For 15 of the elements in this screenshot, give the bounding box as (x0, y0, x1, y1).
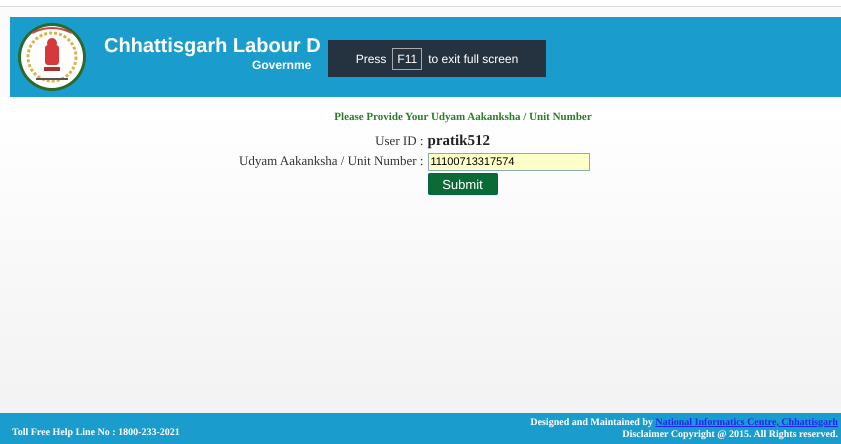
site-subtitle: Governme (252, 58, 312, 72)
notice-text: to exit full screen (428, 52, 518, 66)
key-label: F11 (392, 48, 422, 70)
emblem-icon (16, 21, 88, 93)
user-id: pratik512 (428, 132, 492, 150)
field-label: Udyam Aakanksha / Unit Number : (238, 153, 424, 169)
field-label: User ID : (374, 133, 424, 149)
submit-button[interactable]: Submit (428, 173, 498, 195)
disclaimer-text: Disclaimer Copyright @ 2015. All Rights reserved. (621, 428, 838, 440)
site-title: Chhattisgarh Labour D (104, 34, 321, 58)
form-heading: Please Provide Your Udyam Aakanksha / Unit Number (334, 111, 592, 123)
unit-number-field[interactable]: 11100713317574 (428, 152, 590, 170)
helpline-text: Toll Free Help Line No : 1800-233-2021 (12, 427, 180, 438)
credit-text: Designed and Maintained by (530, 416, 653, 428)
notice-text: Press (356, 52, 386, 66)
